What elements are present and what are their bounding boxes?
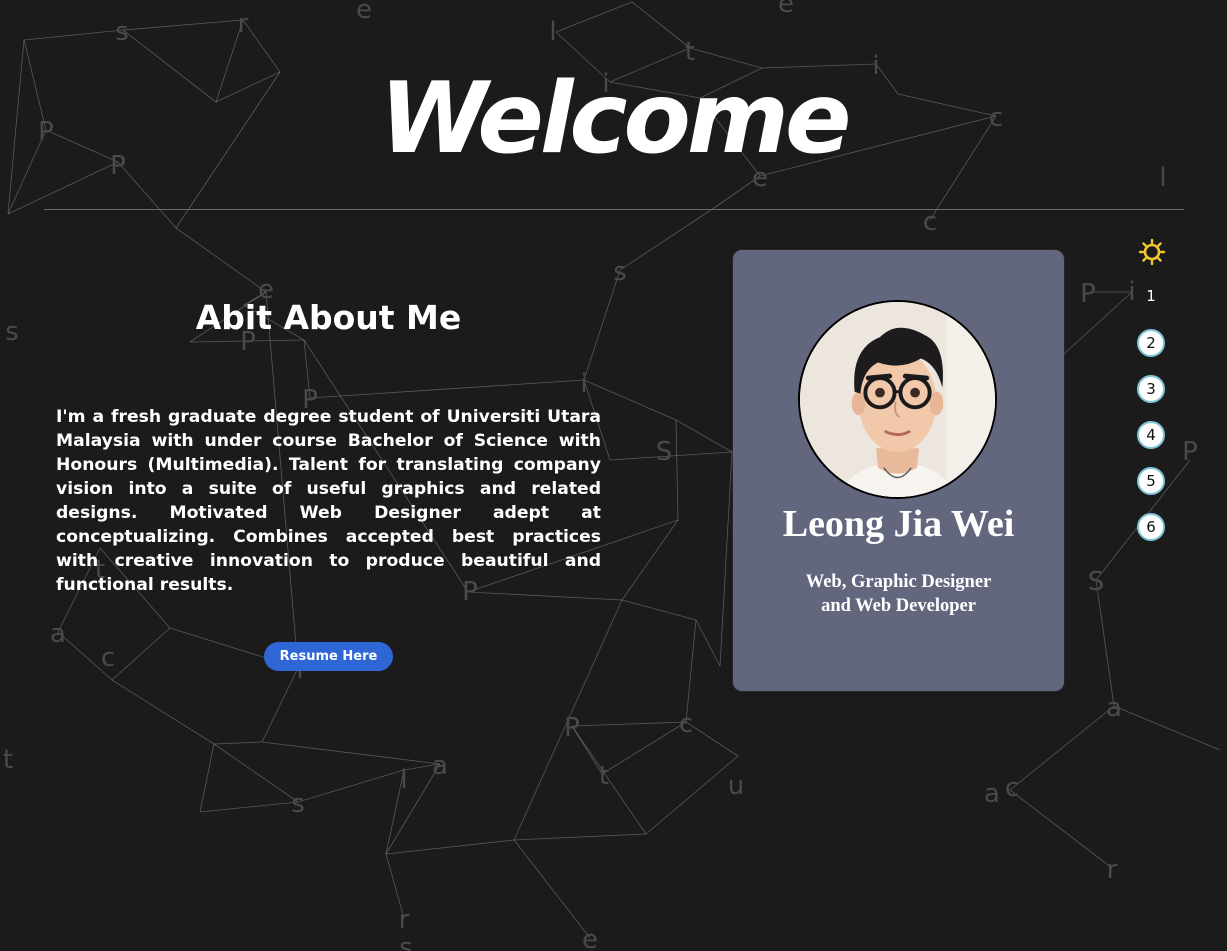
- background-letter: c: [679, 709, 693, 739]
- background-letter: e: [356, 0, 372, 25]
- network-line: [213, 743, 299, 803]
- background-letter: u: [728, 771, 744, 801]
- avatar-portrait-icon: [800, 302, 995, 497]
- background-letter: t: [3, 745, 13, 775]
- background-letter: s: [5, 317, 19, 347]
- sun-icon[interactable]: [1138, 238, 1166, 266]
- resume-button[interactable]: Resume Here: [264, 642, 393, 671]
- avatar: [798, 300, 997, 499]
- network-line: [1009, 705, 1115, 791]
- network-line: [685, 721, 739, 757]
- background-letter: e: [582, 925, 598, 951]
- network-line: [1113, 705, 1221, 751]
- network-line: [621, 599, 697, 621]
- network-line: [213, 741, 263, 745]
- about-description: I'm a fresh graduate degree student of U…: [56, 407, 601, 595]
- profile-role-line1: Web, Graphic Designer: [805, 572, 992, 592]
- profile-role: Web, Graphic Designer and Web Developer: [733, 570, 1064, 618]
- background-letter: s: [613, 257, 627, 287]
- network-line: [122, 19, 244, 31]
- background-letter: r: [1107, 855, 1118, 885]
- background-letter: P: [1182, 437, 1198, 467]
- background-letter: c: [1005, 773, 1019, 803]
- network-line: [111, 627, 171, 681]
- background-letter: r: [399, 905, 410, 935]
- profile-name: Leong Jia Wei: [782, 503, 1015, 545]
- background-letter: S: [1088, 567, 1105, 597]
- network-line: [297, 769, 405, 803]
- background-letter: l: [400, 765, 407, 795]
- network-line: [199, 801, 299, 813]
- network-line: [261, 667, 299, 743]
- profile-card: Leong Jia Wei Web, Graphic Designer and …: [733, 250, 1064, 691]
- network-line: [513, 839, 591, 939]
- background-letter: P: [1080, 279, 1096, 309]
- background-letter: P: [564, 713, 580, 743]
- about-title: Abit About Me: [195, 298, 462, 337]
- network-line: [631, 1, 691, 49]
- network-line: [309, 379, 585, 399]
- network-line: [23, 29, 124, 41]
- background-letter: i: [580, 369, 587, 399]
- background-letter: a: [984, 779, 1000, 809]
- background-letter: e: [778, 0, 794, 19]
- background-letter: a: [1106, 693, 1122, 723]
- background-letter: a: [50, 619, 66, 649]
- background-letter: l: [549, 17, 556, 47]
- network-line: [175, 227, 267, 293]
- network-line: [571, 721, 687, 727]
- network-line: [695, 619, 721, 667]
- network-line: [685, 619, 697, 723]
- network-line: [1063, 291, 1133, 355]
- network-line: [242, 19, 281, 73]
- page-dot-2[interactable]: 2: [1137, 329, 1165, 357]
- background-letter: s: [399, 933, 413, 951]
- network-line: [1095, 579, 1115, 707]
- background-letter: c: [101, 643, 115, 673]
- network-line: [619, 207, 715, 271]
- network-line: [675, 419, 733, 453]
- background-letter: s: [115, 17, 129, 47]
- page-dot-1[interactable]: 1: [1137, 282, 1165, 310]
- network-line: [261, 741, 441, 765]
- network-line: [645, 755, 739, 835]
- background-letter: r: [238, 9, 249, 39]
- header-divider: [44, 209, 1184, 210]
- background-letter: a: [432, 751, 448, 781]
- network-line: [675, 419, 679, 521]
- network-line: [555, 1, 633, 33]
- network-line: [621, 519, 679, 601]
- welcome-title: Welcome: [379, 62, 852, 176]
- page-dot-6[interactable]: 6: [1137, 513, 1165, 541]
- background-letter: t: [599, 761, 609, 791]
- network-line: [1009, 789, 1113, 869]
- background-letter: i: [1128, 277, 1135, 307]
- network-line: [513, 833, 647, 841]
- page-dot-3[interactable]: 3: [1137, 375, 1165, 403]
- network-line: [385, 839, 515, 855]
- network-line: [111, 679, 215, 745]
- page-dot-4[interactable]: 4: [1137, 421, 1165, 449]
- background-letter: S: [656, 437, 673, 467]
- page-dot-5[interactable]: 5: [1137, 467, 1165, 495]
- background-letter: c: [923, 207, 937, 237]
- network-line: [719, 451, 733, 667]
- profile-role-line2: and Web Developer: [821, 596, 976, 616]
- network-line: [601, 721, 687, 775]
- network-line: [199, 743, 215, 813]
- background-letter: s: [291, 789, 305, 819]
